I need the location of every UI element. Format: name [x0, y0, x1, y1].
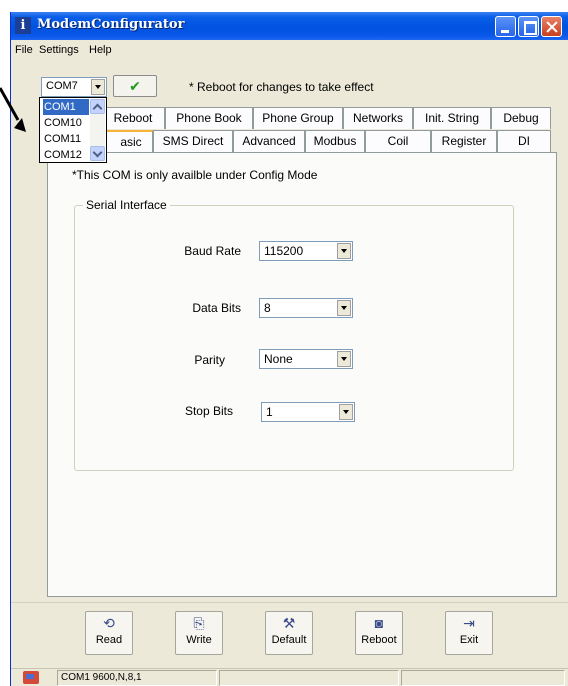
parity-select[interactable]: None — [259, 349, 353, 369]
chevron-down-icon[interactable] — [337, 243, 351, 259]
read-button[interactable]: ⟲ Read — [85, 611, 133, 655]
default-label: Default — [271, 634, 307, 646]
data-bits-label: Data Bits — [192, 301, 241, 315]
chevron-down-icon[interactable] — [337, 300, 351, 316]
write-button[interactable]: ⎘ Write — [175, 611, 223, 655]
scroll-up-icon[interactable] — [90, 99, 105, 114]
write-icon: ⎘ — [193, 615, 205, 631]
status-pane-empty — [401, 670, 565, 686]
tab-coil[interactable]: Coil — [365, 130, 431, 152]
checkmark-icon: ✔ — [129, 78, 141, 94]
tab-reboot[interactable]: Reboot — [101, 107, 165, 129]
stop-bits-select[interactable]: 1 — [261, 402, 355, 422]
parity-value: None — [264, 352, 293, 366]
menu-bar: File Settings Help — [11, 42, 568, 60]
menu-settings[interactable]: Settings — [39, 44, 79, 56]
action-button-bar: ⟲ Read ⎘ Write ⚒ Default ◙ Reboot ⇥ Exit — [11, 602, 568, 666]
stop-bits-value: 1 — [266, 405, 273, 419]
reboot-note: * Reboot for changes to take effect — [189, 80, 374, 94]
tab-phone-group[interactable]: Phone Group — [253, 107, 343, 129]
default-button[interactable]: ⚒ Default — [265, 611, 313, 655]
chevron-down-icon[interactable] — [339, 404, 353, 420]
close-button[interactable] — [541, 16, 562, 37]
app-info-icon: i — [15, 17, 31, 34]
com-port-value: COM7 — [46, 80, 78, 92]
chevron-down-icon[interactable] — [337, 351, 351, 367]
com-option[interactable]: COM12 — [43, 147, 89, 163]
com-option[interactable]: COM1 — [43, 99, 89, 115]
status-bar: COM1 9600,N,8,1 — [11, 668, 568, 686]
dropdown-scrollbar[interactable] — [90, 99, 105, 161]
tab-advanced[interactable]: Advanced — [233, 130, 305, 152]
baud-rate-label: Baud Rate — [184, 244, 241, 258]
connection-status-icon — [23, 671, 39, 684]
exit-door-icon: ⇥ — [463, 615, 475, 631]
reboot-icon: ◙ — [374, 615, 384, 631]
com-option[interactable]: COM11 — [43, 131, 89, 147]
tab-di[interactable]: DI — [497, 130, 551, 152]
parity-label: Parity — [194, 353, 225, 367]
maximize-button[interactable] — [518, 16, 539, 37]
tab-modbus[interactable]: Modbus — [305, 130, 365, 152]
baud-rate-value: 115200 — [264, 244, 304, 258]
menu-help[interactable]: Help — [89, 44, 112, 56]
tab-phone-book[interactable]: Phone Book — [165, 107, 253, 129]
serial-interface-group: Serial Interface Baud Rate 115200 Data B… — [74, 198, 514, 471]
com-option[interactable]: COM10 — [43, 115, 89, 131]
tab-register[interactable]: Register — [431, 130, 497, 152]
basic-tab-panel: *This COM is only availble under Config … — [47, 152, 557, 597]
reboot-button[interactable]: ◙ Reboot — [355, 611, 403, 655]
com-port-select[interactable]: COM7 — [41, 77, 107, 97]
window-title: ModemConfigurator — [37, 17, 185, 32]
baud-rate-select[interactable]: 115200 — [259, 241, 353, 261]
app-window: i ModemConfigurator File Settings Help C… — [10, 12, 568, 686]
write-label: Write — [186, 634, 212, 646]
exit-button[interactable]: ⇥ Exit — [445, 611, 493, 655]
apply-com-button[interactable]: ✔ — [113, 75, 157, 97]
chevron-down-icon[interactable] — [91, 79, 105, 95]
data-bits-select[interactable]: 8 — [259, 298, 353, 318]
tab-sms-direct[interactable]: SMS Direct — [153, 130, 233, 152]
stop-bits-label: Stop Bits — [184, 404, 233, 418]
data-bits-value: 8 — [264, 301, 271, 315]
connection-status: COM1 9600,N,8,1 — [57, 670, 217, 686]
config-mode-note: *This COM is only availble under Config … — [72, 168, 318, 182]
exit-label: Exit — [459, 634, 479, 646]
read-label: Read — [95, 634, 123, 646]
status-pane-empty — [219, 670, 399, 686]
menu-file[interactable]: File — [15, 44, 33, 56]
tab-networks[interactable]: Networks — [343, 107, 413, 129]
tab-init-string[interactable]: Init. String — [413, 107, 491, 129]
tab-debug[interactable]: Debug — [491, 107, 551, 129]
group-title: Serial Interface — [83, 198, 170, 212]
tools-icon: ⚒ — [282, 615, 296, 631]
title-bar[interactable]: i ModemConfigurator — [11, 12, 568, 40]
com-port-dropdown-list: COM1 COM10 COM11 COM12 — [39, 97, 107, 163]
reboot-label: Reboot — [361, 634, 397, 646]
minimize-button[interactable] — [495, 16, 516, 37]
read-icon: ⟲ — [103, 615, 115, 631]
scroll-down-icon[interactable] — [90, 146, 105, 161]
